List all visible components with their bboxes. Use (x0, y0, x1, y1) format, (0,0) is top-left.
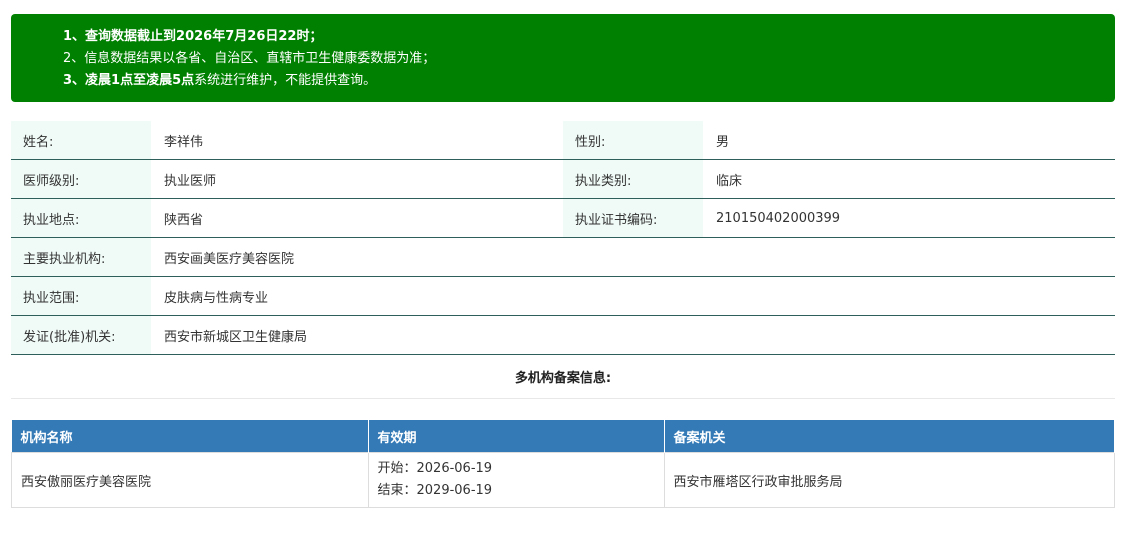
doctor-info-table: 姓名: 李祥伟 性别: 男 医师级别: 执业医师 执业类别: 临床 执业地点: … (11, 121, 1115, 399)
cert-value: 210150402000399 (716, 210, 841, 226)
level-value: 执业医师 (164, 173, 217, 189)
notice-line-3: 3、凌晨1点至凌晨5点系统进行维护，不能提供查询。 (63, 70, 1115, 92)
category-value: 临床 (716, 173, 743, 189)
row-authority: 西安市雁塔区行政审批服务局 (663, 452, 1115, 508)
cert-label: 执业证书编码: (563, 199, 703, 237)
row-validity: 开始：2026-06-19 结束：2029-06-19 (367, 452, 665, 508)
row-validity-end: 结束：2029-06-19 (377, 483, 493, 498)
location-label: 执业地点: (11, 199, 151, 237)
notice-line-3-rest: 系统进行维护，不能提供查询。 (194, 73, 377, 88)
scope-value: 皮肤病与性病专业 (164, 290, 269, 306)
header-validity: 有效期 (368, 420, 665, 453)
gender-label: 性别: (563, 121, 703, 159)
row-org-name: 西安傲丽医疗美容医院 (11, 452, 369, 508)
issuer-value: 西安市新城区卫生健康局 (164, 329, 308, 345)
location-value: 陕西省 (164, 212, 204, 228)
row-validity-start: 开始：2026-06-19 (377, 461, 493, 476)
category-label: 执业类别: (563, 160, 703, 198)
notice-banner: 1、查询数据截止到2026年7月26日22时； 2、信息数据结果以各省、自治区、… (11, 14, 1115, 102)
info-row-name: 姓名: 李祥伟 性别: 男 (11, 121, 1115, 160)
info-row-scope: 执业范围: 皮肤病与性病专业 (11, 277, 1115, 316)
notice-line-2: 2、信息数据结果以各省、自治区、直辖市卫生健康委数据为准； (63, 48, 1115, 70)
org-label: 主要执业机构: (11, 238, 151, 276)
gender-value: 男 (716, 134, 730, 150)
table-row: 西安傲丽医疗美容医院 开始：2026-06-19 结束：2029-06-19 西… (11, 452, 1115, 508)
multi-org-title: 多机构备案信息: (11, 355, 1115, 399)
issuer-label: 发证(批准)机关: (11, 316, 151, 354)
header-org-name: 机构名称 (11, 420, 369, 453)
info-row-issuer: 发证(批准)机关: 西安市新城区卫生健康局 (11, 316, 1115, 355)
notice-line-2-text: 2、信息数据结果以各省、自治区、直辖市卫生健康委数据为准； (63, 51, 436, 66)
level-label: 医师级别: (11, 160, 151, 198)
name-value: 李祥伟 (164, 134, 204, 150)
scope-label: 执业范围: (11, 277, 151, 315)
info-row-org: 主要执业机构: 西安画美医疗美容医院 (11, 238, 1115, 277)
multi-org-table: 机构名称 有效期 备案机关 西安傲丽医疗美容医院 开始：2026-06-19 结… (11, 420, 1115, 508)
notice-line-3-bold: 3、凌晨1点至凌晨5点 (63, 73, 195, 88)
header-authority: 备案机关 (664, 420, 1115, 453)
notice-line-1: 1、查询数据截止到2026年7月26日22时； (63, 29, 323, 44)
name-label: 姓名: (11, 121, 151, 159)
info-row-location: 执业地点: 陕西省 执业证书编码: 210150402000399 (11, 199, 1115, 238)
org-value: 西安画美医疗美容医院 (164, 251, 295, 267)
table-header-row: 机构名称 有效期 备案机关 (11, 420, 1115, 453)
info-row-level: 医师级别: 执业医师 执业类别: 临床 (11, 160, 1115, 199)
